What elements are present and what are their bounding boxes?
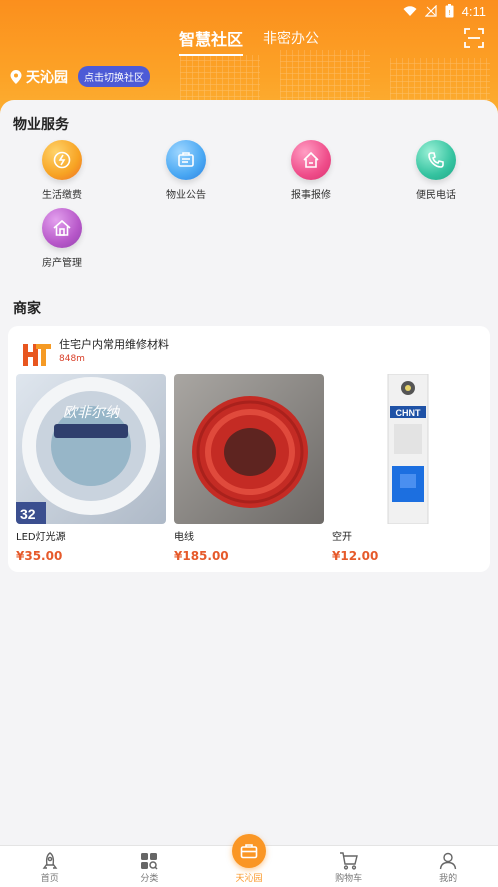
product-price: ¥12.00 — [332, 549, 379, 563]
user-icon — [439, 852, 457, 870]
house-icon — [53, 219, 71, 236]
product-image — [174, 374, 324, 524]
product-name: 电线 — [174, 532, 194, 543]
signal-icon — [424, 5, 437, 17]
nav-profile[interactable]: 我的 — [418, 852, 478, 887]
home-icon — [42, 852, 58, 869]
repair-icon — [303, 151, 319, 168]
category-icon — [141, 853, 158, 870]
product-image: CHNT — [332, 374, 482, 524]
nav-cart[interactable]: 购物车 — [319, 852, 379, 887]
product-price: ¥185.00 — [174, 549, 229, 563]
merchant-card[interactable]: 住宅户内常用维修材料 848m 欧非尔纳 32 LED灯光源 ¥35.00 电线… — [8, 326, 490, 572]
breaker-brand-text: CHNT — [396, 408, 421, 418]
payment-icon — [53, 151, 71, 169]
service-label: 物业公告 — [166, 190, 206, 201]
nav-category[interactable]: 分类 — [119, 852, 179, 887]
property-section-title: 物业服务 — [13, 117, 69, 133]
nav-label: 我的 — [439, 874, 458, 884]
service-label: 便民电话 — [416, 190, 456, 201]
tab-smart-community[interactable]: 智慧社区 — [178, 26, 243, 56]
switch-community-button[interactable]: 点击切换社区 — [78, 66, 150, 87]
product-image: 欧非尔纳 32 — [16, 374, 166, 524]
wifi-icon — [403, 6, 417, 16]
scan-icon — [464, 28, 484, 48]
top-tabs: 智慧社区 非密办公 — [0, 26, 498, 56]
notice-icon — [178, 152, 194, 167]
product-name: 空开 — [332, 532, 352, 543]
scan-button[interactable] — [464, 28, 484, 52]
bottom-nav: 首页 分类 天沁园 购物车 我的 — [0, 834, 498, 887]
status-bar: ! 4:11 — [0, 0, 498, 22]
service-label: 生活缴费 — [42, 190, 82, 201]
battery-icon: ! — [445, 4, 454, 18]
product-card[interactable]: 电线 ¥185.00 — [174, 374, 324, 563]
store-name: 住宅户内常用维修材料 — [59, 338, 169, 351]
lamp-brand-text: 欧非尔纳 — [63, 405, 121, 421]
service-phone[interactable]: 便民电话 — [396, 140, 476, 201]
service-notice[interactable]: 物业公告 — [146, 140, 226, 201]
service-repair[interactable]: 报事报修 — [271, 140, 351, 201]
product-card[interactable]: 欧非尔纳 32 LED灯光源 ¥35.00 — [16, 374, 166, 563]
merchant-section-title: 商家 — [13, 301, 41, 317]
location-pin-icon — [10, 69, 22, 84]
community-button[interactable] — [231, 834, 266, 868]
status-time: 4:11 — [461, 3, 486, 19]
product-name: LED灯光源 — [16, 532, 66, 543]
nav-label: 分类 — [140, 874, 159, 884]
phone-icon — [428, 152, 444, 168]
store-logo — [19, 336, 55, 372]
nav-home[interactable]: 首页 — [20, 852, 80, 887]
nav-label: 天沁园 — [235, 874, 263, 884]
community-name: 天沁园 — [26, 69, 68, 86]
product-card[interactable]: CHNT 空开 ¥12.00 — [332, 374, 482, 563]
lamp-size-badge: 32 — [20, 506, 36, 522]
service-house[interactable]: 房产管理 — [22, 208, 102, 269]
store-distance: 848m — [59, 354, 85, 364]
service-label: 房产管理 — [42, 258, 82, 269]
location-row: 天沁园 点击切换社区 — [10, 66, 150, 87]
briefcase-icon — [240, 844, 258, 859]
cart-icon — [339, 852, 358, 870]
svg-text:!: ! — [448, 9, 451, 17]
main-content: 物业服务 生活缴费 物业公告 报事报修 便民电话 房产管理 商家 住宅户内常用维… — [0, 100, 498, 845]
product-price: ¥35.00 — [16, 549, 63, 563]
nav-community[interactable]: 天沁园 — [219, 834, 279, 887]
tab-office[interactable]: 非密办公 — [263, 26, 319, 48]
service-payment[interactable]: 生活缴费 — [22, 140, 102, 201]
service-label: 报事报修 — [291, 190, 331, 201]
nav-label: 购物车 — [335, 874, 363, 884]
nav-label: 首页 — [40, 874, 59, 884]
